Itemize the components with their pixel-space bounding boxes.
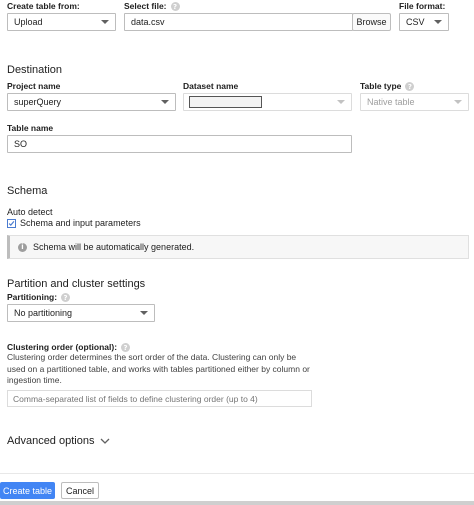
file-name-field[interactable]: data.csv	[124, 13, 353, 31]
select-file-label: Select file:?	[124, 1, 180, 12]
help-icon[interactable]: ?	[170, 2, 180, 12]
schema-checkbox-row[interactable]: Schema and input parameters	[7, 218, 141, 228]
dataset-name-label: Dataset name	[183, 81, 239, 91]
partitioning-select[interactable]: No partitioning	[7, 304, 155, 322]
table-type-label: Table type?	[360, 81, 415, 92]
footer-divider	[0, 473, 474, 474]
schema-checkbox[interactable]	[7, 218, 16, 228]
bottom-scroll-edge	[0, 501, 474, 505]
table-type-value: Native table	[367, 97, 415, 107]
clustering-label: Clustering order (optional):?	[7, 342, 131, 353]
table-name-label: Table name	[7, 123, 54, 133]
file-format-label: File format:	[399, 1, 446, 11]
partitioning-text: Partitioning:	[7, 292, 58, 302]
project-name-label: Project name	[7, 81, 61, 91]
destination-heading: Destination	[7, 64, 63, 76]
clustering-text: Clustering order (optional):	[7, 342, 118, 352]
chevron-down-icon	[337, 100, 345, 104]
schema-info-text: Schema will be automatically generated.	[33, 242, 195, 252]
table-type-select[interactable]: Native table	[360, 93, 469, 111]
browse-button[interactable]: Browse	[352, 13, 391, 31]
help-icon[interactable]: ?	[121, 343, 131, 353]
chevron-down-icon	[434, 20, 442, 24]
help-icon[interactable]: ?	[61, 293, 71, 303]
cancel-button[interactable]: Cancel	[61, 482, 99, 499]
create-from-value: Upload	[14, 17, 43, 27]
project-value: superQuery	[14, 97, 62, 107]
table-name-input[interactable]: SO	[7, 135, 352, 153]
chevron-down-icon	[101, 20, 109, 24]
partitioning-value: No partitioning	[14, 308, 73, 318]
advanced-options-toggle[interactable]: Advanced options	[7, 435, 110, 447]
file-format-select[interactable]: CSV	[399, 13, 449, 31]
check-icon	[8, 220, 15, 226]
advanced-options-label: Advanced options	[7, 435, 95, 447]
clustering-order-input[interactable]	[7, 390, 312, 407]
chevron-down-icon	[454, 100, 462, 104]
create-table-button[interactable]: Create table	[0, 482, 55, 499]
file-name-value: data.csv	[131, 17, 165, 27]
auto-detect-label: Auto detect	[7, 207, 53, 217]
schema-checkbox-label: Schema and input parameters	[20, 218, 141, 228]
dataset-select[interactable]	[183, 93, 352, 111]
info-icon: i	[18, 242, 27, 252]
chevron-down-icon	[100, 438, 110, 444]
chevron-down-icon	[161, 100, 169, 104]
schema-heading: Schema	[7, 185, 48, 197]
select-file-text: Select file:	[124, 1, 167, 11]
table-type-text: Table type	[360, 81, 402, 91]
partitioning-label: Partitioning:?	[7, 292, 71, 303]
clustering-description: Clustering order determines the sort ord…	[7, 352, 310, 385]
create-from-select[interactable]: Upload	[7, 13, 116, 31]
schema-info-box: i Schema will be automatically generated…	[7, 235, 469, 259]
help-icon[interactable]: ?	[405, 82, 415, 92]
table-name-value: SO	[14, 139, 28, 149]
dataset-value-field[interactable]	[189, 96, 262, 108]
project-select[interactable]: superQuery	[7, 93, 176, 111]
partition-heading: Partition and cluster settings	[7, 278, 146, 290]
file-format-value: CSV	[406, 17, 425, 27]
create-from-label: Create table from:	[7, 1, 80, 11]
chevron-down-icon	[140, 311, 148, 315]
